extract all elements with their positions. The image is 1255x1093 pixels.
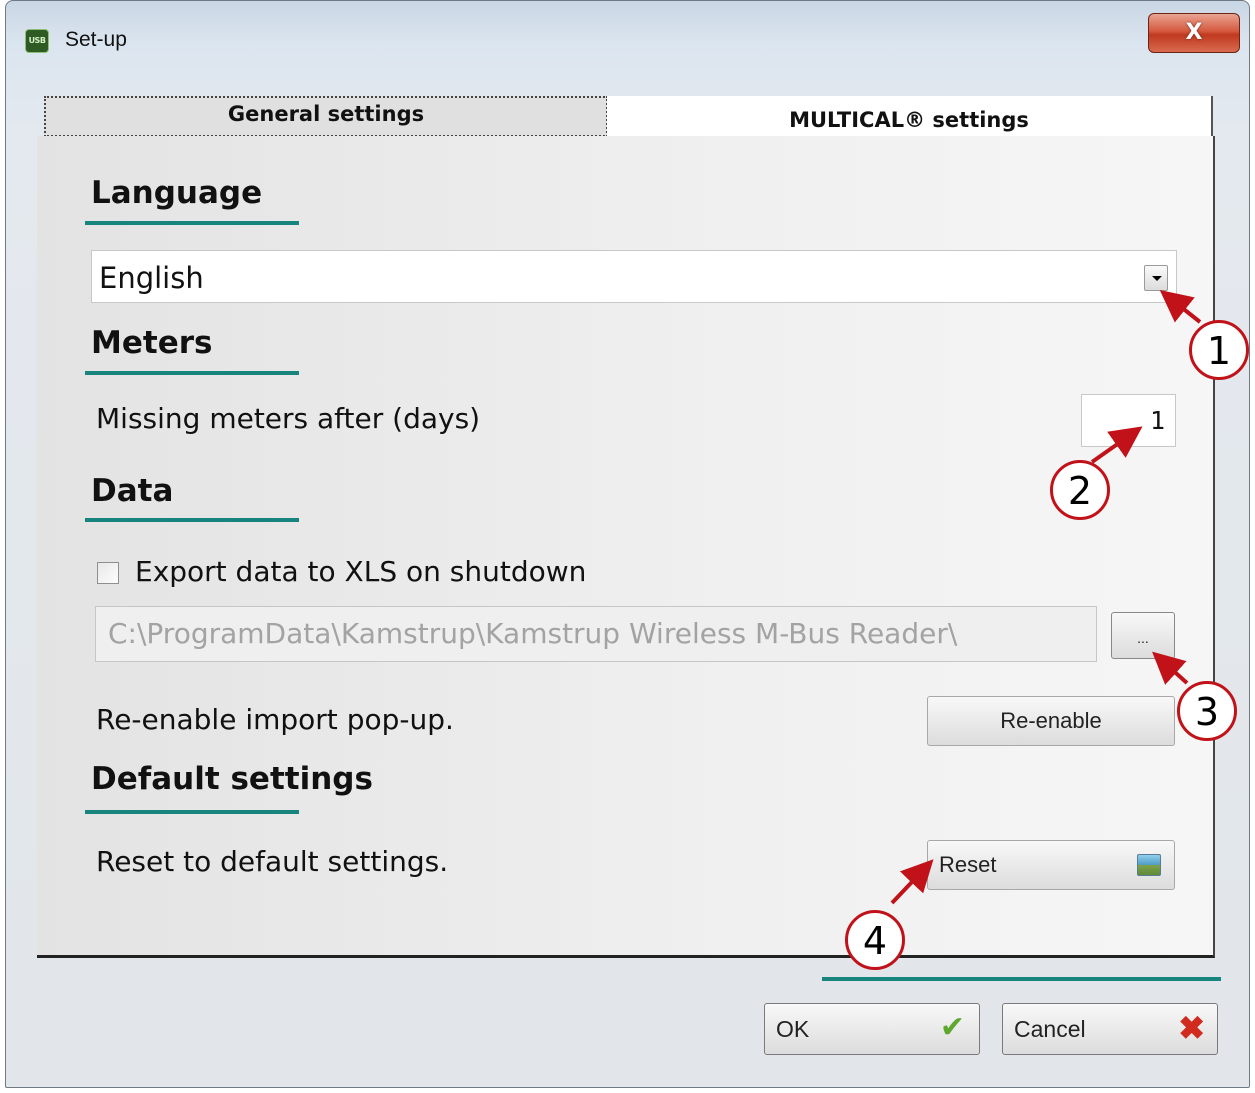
reset-button[interactable]: Reset — [927, 840, 1175, 890]
callout-2: 2 — [1050, 460, 1110, 520]
reenable-button[interactable]: Re-enable — [927, 696, 1175, 746]
export-xls-label[interactable]: Export data to XLS on shutdown — [135, 555, 586, 588]
footer-accent-line — [822, 977, 1221, 981]
reset-defaults-label: Reset to default settings. — [96, 845, 449, 878]
callout-1: 1 — [1189, 320, 1249, 380]
checkmark-icon: ✔ — [939, 1011, 965, 1044]
reset-image-icon — [1137, 854, 1161, 876]
meters-underline — [85, 371, 299, 375]
callout-3: 3 — [1177, 681, 1237, 741]
language-select-value: English — [99, 261, 204, 295]
browse-button[interactable]: ... — [1111, 612, 1175, 659]
data-underline — [85, 518, 299, 522]
language-heading: Language — [91, 175, 263, 211]
window-title: Set-up — [65, 28, 127, 51]
default-settings-heading: Default settings — [91, 761, 373, 797]
language-underline — [85, 221, 299, 225]
cancel-button[interactable]: Cancel ✖ — [1002, 1003, 1218, 1055]
export-path-field[interactable]: C:\ProgramData\Kamstrup\Kamstrup Wireles… — [95, 606, 1097, 662]
cancel-button-label: Cancel — [1014, 1016, 1086, 1042]
ok-button-label: OK — [776, 1016, 810, 1042]
reenable-import-label: Re-enable import pop-up. — [96, 703, 454, 736]
usb-app-icon: USB — [25, 29, 49, 53]
title-bar[interactable]: USB Set-up X — [6, 1, 1249, 81]
chevron-down-icon[interactable] — [1144, 265, 1168, 291]
export-xls-checkbox[interactable] — [97, 562, 119, 584]
close-button[interactable]: X — [1148, 13, 1240, 53]
missing-meters-days-input[interactable]: 1 — [1081, 394, 1176, 447]
callout-4: 4 — [845, 910, 905, 970]
language-select[interactable]: English — [91, 250, 1177, 303]
missing-meters-label: Missing meters after (days) — [96, 402, 481, 435]
reset-button-label: Reset — [939, 852, 997, 877]
meters-heading: Meters — [91, 325, 213, 361]
default-settings-underline — [85, 810, 299, 814]
ok-button[interactable]: OK ✔ — [764, 1003, 980, 1055]
tab-multical-settings[interactable]: MULTICAL® settings — [607, 96, 1213, 136]
data-heading: Data — [91, 473, 174, 509]
red-x-icon: ✖ — [1178, 1010, 1205, 1046]
tab-general-settings[interactable]: General settings — [44, 96, 608, 137]
